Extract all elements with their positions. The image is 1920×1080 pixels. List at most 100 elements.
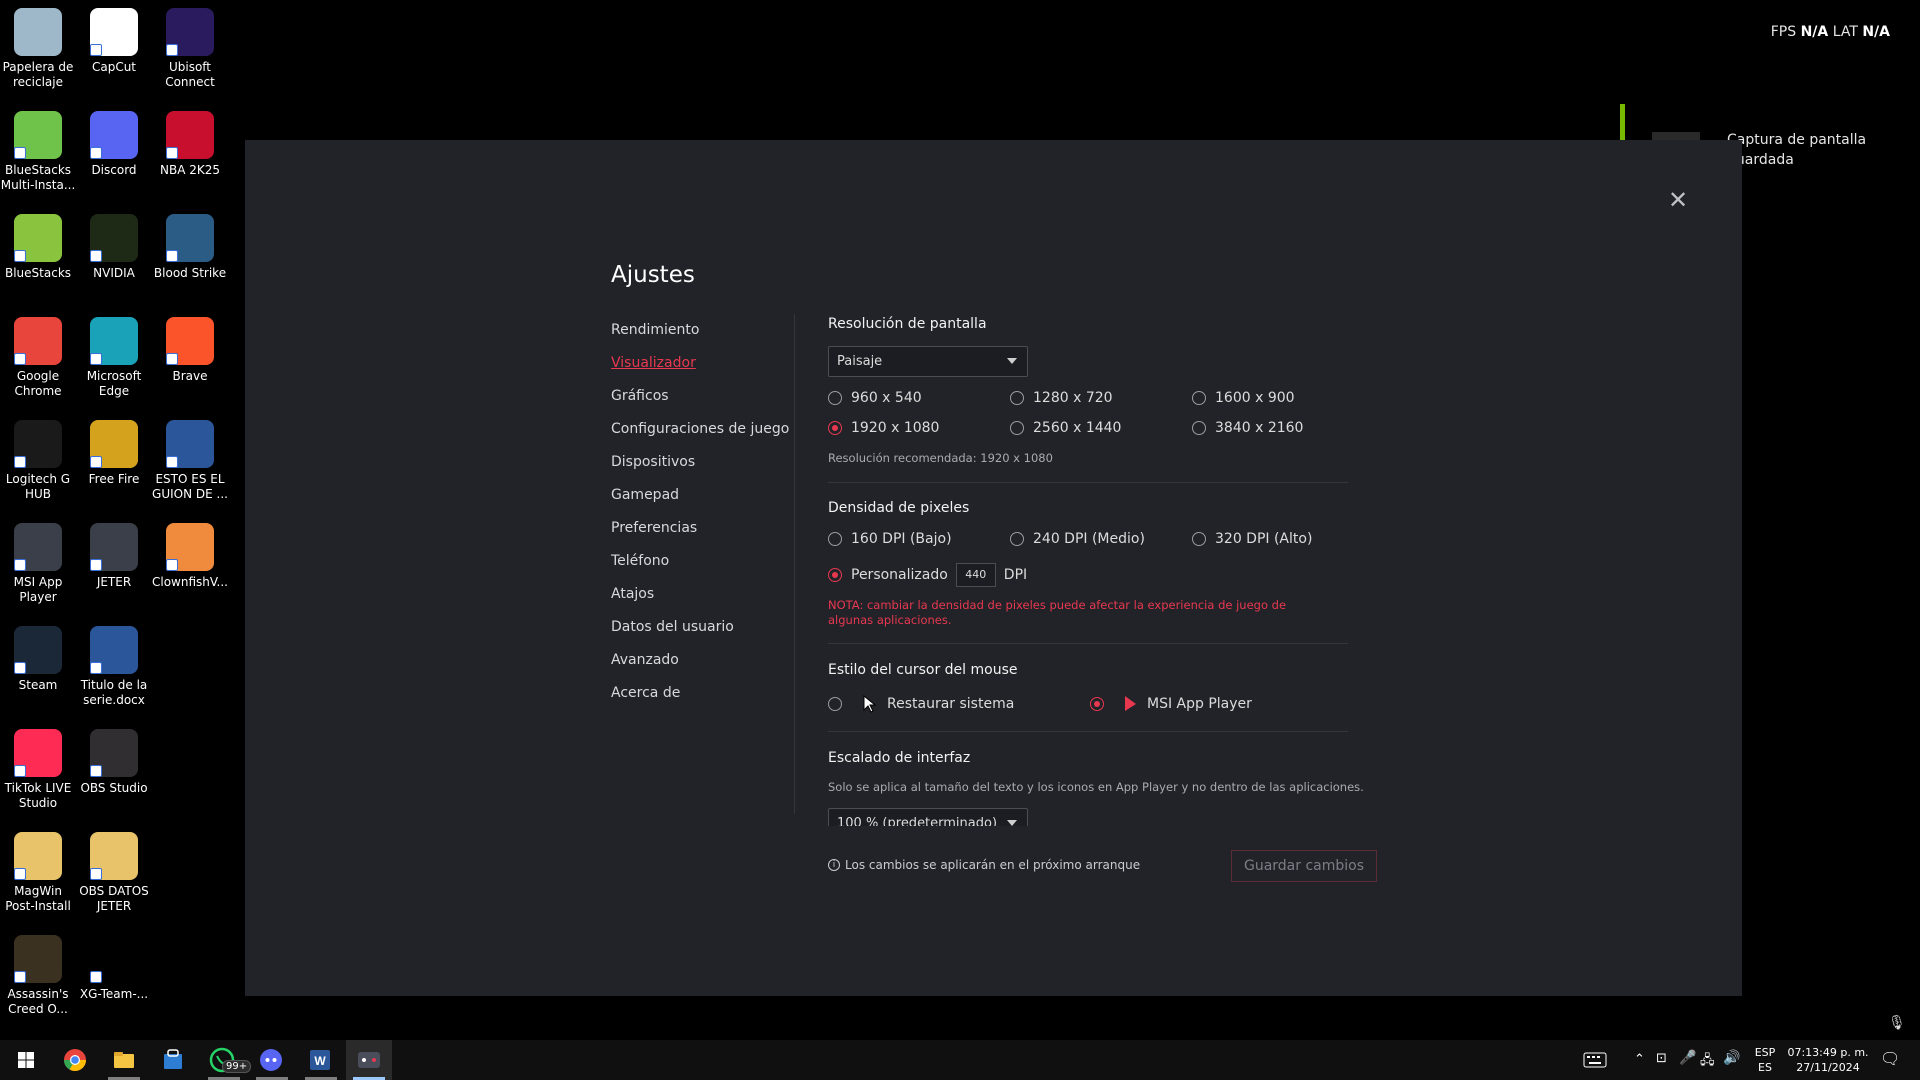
nav-item-tel-fono[interactable]: Teléfono [611,549,789,582]
shortcut-arrow-icon [90,44,102,56]
desktop-icon[interactable]: Steam [0,626,76,693]
resolution-radio[interactable]: 2560 x 1440 [1010,420,1121,436]
word-doc-icon [90,626,138,674]
desktop-icon-label: NBA 2K25 [159,163,220,177]
desktop-icon[interactable]: Papelera de reciclaje [0,8,76,90]
msi-cursor-icon [1125,696,1136,711]
bluestacks-icon [14,214,62,262]
desktop-icon[interactable]: Blood Strike [152,214,228,281]
skull-icon [90,935,138,983]
clock[interactable]: 07:13:49 p. m. 27/11/2024 [1784,1045,1872,1075]
resolution-radio[interactable]: 1600 x 900 [1192,390,1295,406]
fps-value: N/A [1800,24,1829,40]
microphone-tray-icon[interactable]: 🎤 [1679,1050,1696,1066]
resolution-radio[interactable]: 3840 x 2160 [1192,420,1303,436]
desktop-icon[interactable]: OBS Studio [76,729,152,796]
nav-item-rendimiento[interactable]: Rendimiento [611,318,789,351]
shortcut-arrow-icon [166,353,178,365]
keyboard-icon[interactable] [1583,1052,1607,1068]
discord-icon[interactable] [257,1046,285,1074]
store-icon[interactable] [159,1046,187,1074]
density-radio[interactable]: 240 DPI (Medio) [1010,531,1145,547]
density-custom-radio[interactable]: Personalizado 440 DPI [828,563,1027,587]
nav-item-atajos[interactable]: Atajos [611,582,789,615]
nav-item-datos-del-usuario[interactable]: Datos del usuario [611,615,789,648]
dpi-input[interactable]: 440 [955,563,996,587]
chevron-up-icon[interactable]: ⌃ [1634,1052,1645,1067]
desktop-icon[interactable]: Free Fire [76,420,152,487]
desktop-icon[interactable]: Titulo de la serie.docx [76,626,152,708]
recommended-resolution: Resolución recomendada: 1920 x 1080 [828,451,1053,465]
cursor-restore-radio[interactable]: Restaurar sistema [828,695,1014,713]
desktop-icon[interactable]: Microsoft Edge [76,317,152,399]
nav-item-acerca-de[interactable]: Acerca de [611,681,789,714]
desktop-icon-label: Papelera de reciclaje [2,60,74,89]
nav-item-avanzado[interactable]: Avanzado [611,648,789,681]
desktop-icon[interactable]: Assassin's Creed O... [0,935,76,1017]
nav-item-visualizador[interactable]: Visualizador [611,351,789,384]
resolution-radio[interactable]: 1280 x 720 [1010,390,1113,406]
desktop-icon[interactable]: BlueStacks Multi-Insta... [0,111,76,193]
shortcut-arrow-icon [90,971,102,983]
cursor-msi-radio[interactable]: MSI App Player [1090,695,1252,713]
resolution-label: 3840 x 2160 [1215,420,1304,436]
lat-label: LAT [1832,24,1858,40]
desktop-icon[interactable]: JETER [76,523,152,590]
desktop-icon[interactable]: Brave [152,317,228,384]
nav-item-dispositivos[interactable]: Dispositivos [611,450,789,483]
desktop-icon[interactable]: NVIDIA [76,214,152,281]
volume-icon[interactable]: 🔊 [1723,1050,1740,1066]
shortcut-arrow-icon [14,353,26,365]
desktop-icon[interactable]: OBS DATOS JETER [76,832,152,914]
settings-nav: Rendimiento Visualizador Gráficos Configura… [611,318,789,714]
logitech-icon [14,420,62,468]
word-icon[interactable]: W [306,1046,334,1074]
density-radio[interactable]: 160 DPI (Bajo) [828,531,952,547]
scaling-value: 100 % (predeterminado) [837,816,998,826]
resolution-radio[interactable]: 960 x 540 [828,390,922,406]
network-icon[interactable]: 🖧 [1700,1051,1715,1073]
language-indicator[interactable]: ESP ES [1750,1045,1780,1075]
whatsapp-button[interactable]: 99+ [208,1046,252,1074]
file-explorer-icon[interactable] [110,1046,138,1074]
shortcut-arrow-icon [14,971,26,983]
desktop-icon[interactable]: XG-Team-... [76,935,152,1002]
orientation-select[interactable]: Paisaje [828,346,1028,377]
windows-start-icon[interactable] [12,1046,40,1074]
desktop-icon[interactable]: Google Chrome [0,317,76,399]
nav-item-gr-ficos[interactable]: Gráficos [611,384,789,417]
desktop-icon[interactable]: Discord [76,111,152,178]
msi-app-player-taskbar-button[interactable] [346,1040,392,1080]
shortcut-arrow-icon [166,44,178,56]
nav-item-preferencias[interactable]: Preferencias [611,516,789,549]
save-button[interactable]: Guardar cambios [1231,850,1377,882]
desktop-icon-label: CapCut [91,60,137,74]
close-icon[interactable]: ✕ [1668,188,1688,212]
desktop-icon[interactable]: ESTO ES EL GUION DE ... [152,420,228,502]
desktop-icon[interactable]: MSI App Player [0,523,76,605]
chrome-icon[interactable] [61,1046,89,1074]
nav-item-gamepad[interactable]: Gamepad [611,483,789,516]
scaling-select[interactable]: 100 % (predeterminado) [828,808,1028,826]
microphone-icon[interactable]: 🎙 [1888,1015,1906,1031]
shortcut-arrow-icon [90,250,102,262]
resolution-radio[interactable]: 1920 x 1080 [828,420,939,436]
desktop-icon-label: BlueStacks Multi-Insta... [0,163,76,192]
desktop-icon[interactable]: TikTok LIVE Studio [0,729,76,811]
tiktok-icon [14,729,62,777]
nav-item-configuraciones-de-juego[interactable]: Configuraciones de juego [611,417,789,450]
desktop-icon[interactable]: Ubisoft Connect [152,8,228,90]
chevron-down-icon [1007,358,1017,364]
desktop-icon[interactable]: NBA 2K25 [152,111,228,178]
meet-now-icon[interactable]: ⊡ [1656,1051,1667,1066]
desktop-icon-label: MagWin Post-Install [5,884,71,913]
nba2k25-icon [166,111,214,159]
desktop-icon[interactable]: MagWin Post-Install [0,832,76,914]
desktop-icon[interactable]: BlueStacks [0,214,76,281]
desktop-icon[interactable]: ClownfishV... [152,523,228,590]
density-radio[interactable]: 320 DPI (Alto) [1192,531,1312,547]
notification-center-icon[interactable]: 🗨 [1880,1049,1900,1068]
desktop-icon-label: ESTO ES EL GUION DE ... [152,472,228,501]
desktop-icon[interactable]: Logitech G HUB [0,420,76,502]
desktop-icon[interactable]: CapCut [76,8,152,75]
